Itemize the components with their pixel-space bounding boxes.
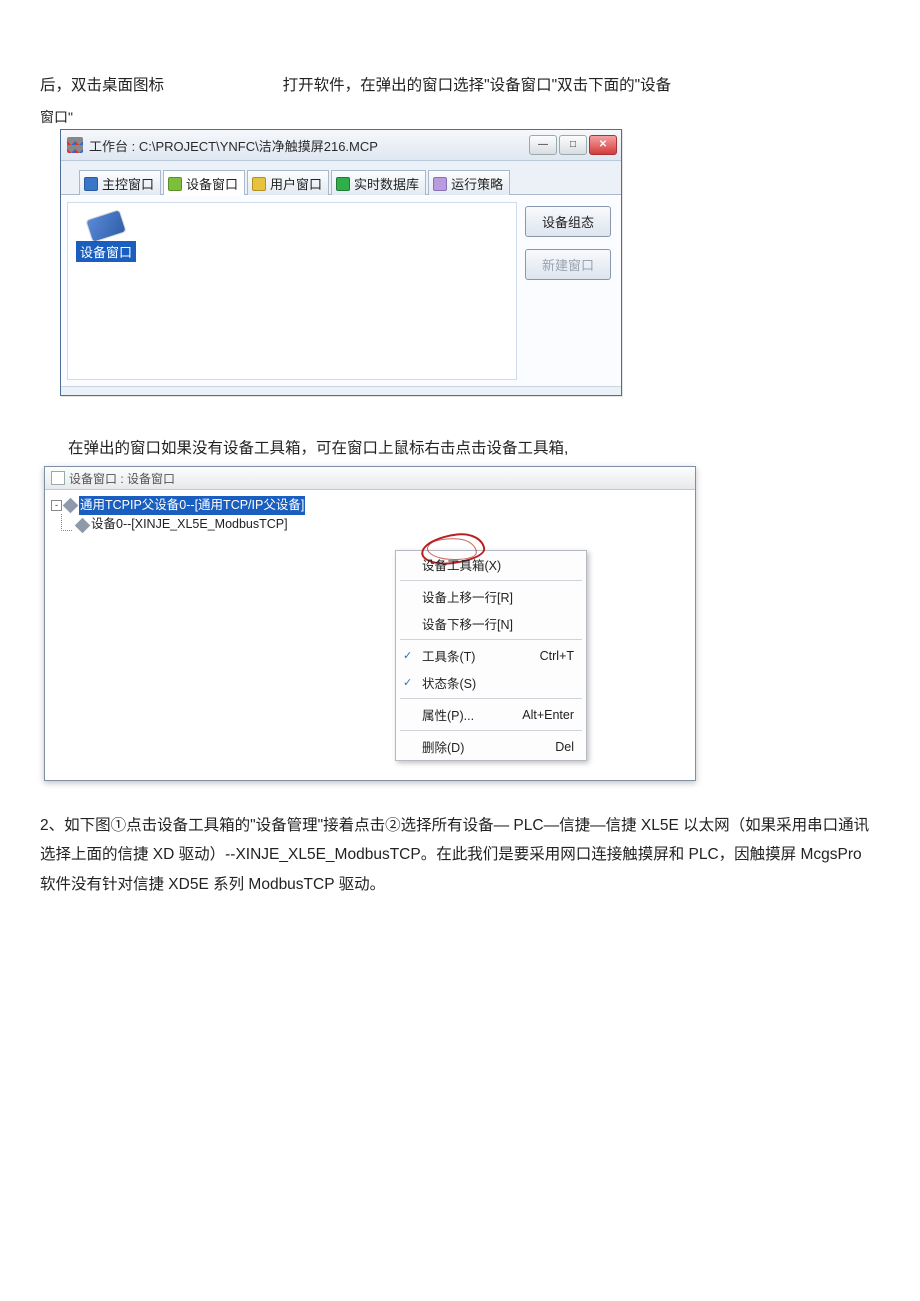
workbench-window: 工作台 : C:\PROJECT\YNFC\洁净触摸屏216.MCP — □ ✕… (60, 129, 622, 396)
menu-device-toolbox[interactable]: 设备工具箱(X) (396, 551, 586, 578)
menu-toolbar[interactable]: ✓ 工具条(T) Ctrl+T (396, 642, 586, 669)
workbench-footer (61, 386, 621, 395)
check-icon: ✓ (403, 649, 412, 662)
maximize-button[interactable]: □ (559, 135, 587, 155)
tab-strategy[interactable]: 运行策略 (428, 170, 510, 195)
menu-props-label: 属性(P)... (422, 705, 474, 724)
menu-moveup-label: 设备上移一行[R] (422, 587, 513, 606)
tree-child-row[interactable]: 设备0--[XINJE_XL5E_ModbusTCP] (51, 515, 691, 534)
tab-device-label: 设备窗口 (186, 174, 238, 193)
tree-node-icon (75, 517, 91, 533)
device-item-label: 设备窗口 (76, 241, 136, 262)
tab-strategy-icon (433, 177, 447, 191)
menu-toolbar-shortcut: Ctrl+T (540, 649, 574, 663)
intro-text: 后，双击桌面图标 打开软件，在弹出的窗口选择"设备窗口"双击下面的"设备 (40, 70, 880, 101)
menu-statusbar[interactable]: ✓ 状态条(S) (396, 669, 586, 696)
menu-separator (400, 730, 582, 731)
tab-main-label: 主控窗口 (102, 174, 154, 193)
device-chip-icon (86, 210, 125, 241)
tree-parent-row[interactable]: - 通用TCPIP父设备0--[通用TCP/IP父设备] (51, 496, 691, 515)
tree-collapse-icon[interactable]: - (51, 500, 62, 511)
menu-separator (400, 580, 582, 581)
tab-rtdb[interactable]: 实时数据库 (331, 170, 426, 195)
tab-device-icon (168, 177, 182, 191)
tree-parent-label: 通用TCPIP父设备0--[通用TCP/IP父设备] (79, 496, 305, 515)
menu-separator (400, 698, 582, 699)
tab-main-window[interactable]: 主控窗口 (79, 170, 161, 195)
device-editor-titlebar[interactable]: 设备窗口 : 设备窗口 (45, 467, 695, 490)
intro-b: 打开软件，在弹出的窗口选择"设备窗口"双击下面的"设备 (283, 77, 672, 94)
tree-node-icon (63, 498, 79, 514)
workbench-title: 工作台 : C:\PROJECT\YNFC\洁净触摸屏216.MCP (89, 136, 529, 155)
tab-user-label: 用户窗口 (270, 174, 322, 193)
check-icon: ✓ (403, 676, 412, 689)
menu-move-down[interactable]: 设备下移一行[N] (396, 610, 586, 637)
workbench-titlebar[interactable]: 工作台 : C:\PROJECT\YNFC\洁净触摸屏216.MCP — □ ✕ (61, 130, 621, 161)
menu-toolbox-label: 设备工具箱(X) (422, 555, 501, 574)
context-menu[interactable]: 设备工具箱(X) 设备上移一行[R] 设备下移一行[N] ✓ 工具条(T) Ct… (395, 550, 587, 761)
tab-main-icon (84, 177, 98, 191)
device-tree[interactable]: - 通用TCPIP父设备0--[通用TCP/IP父设备] 设备0--[XINJE… (45, 490, 695, 539)
device-editor-window: 设备窗口 : 设备窗口 - 通用TCPIP父设备0--[通用TCP/IP父设备]… (44, 466, 696, 781)
close-button[interactable]: ✕ (589, 135, 617, 155)
tab-user-icon (252, 177, 266, 191)
menu-props-shortcut: Alt+Enter (522, 708, 574, 722)
device-window-item[interactable]: 设备窗口 (74, 215, 138, 262)
intro-trail: 窗口" (40, 107, 880, 127)
menu-delete[interactable]: 删除(D) Del (396, 733, 586, 760)
minimize-button[interactable]: — (529, 135, 557, 155)
tab-device-window[interactable]: 设备窗口 (163, 170, 245, 195)
context-menu-wrap: 设备工具箱(X) 设备上移一行[R] 设备下移一行[N] ✓ 工具条(T) Ct… (395, 550, 587, 761)
mid-instruction: 在弹出的窗口如果没有设备工具箱，可在窗口上鼠标右击点击设备工具箱, (68, 436, 880, 458)
tab-rtdb-label: 实时数据库 (354, 174, 419, 193)
menu-toolbar-label: 工具条(T) (422, 646, 475, 665)
menu-statusbar-label: 状态条(S) (422, 673, 476, 692)
tab-strategy-label: 运行策略 (451, 174, 503, 193)
menu-separator (400, 639, 582, 640)
menu-delete-shortcut: Del (555, 740, 574, 754)
menu-delete-label: 删除(D) (422, 737, 464, 756)
device-editor-icon (51, 471, 65, 485)
device-config-button[interactable]: 设备组态 (525, 206, 611, 237)
menu-properties[interactable]: 属性(P)... Alt+Enter (396, 701, 586, 728)
device-canvas[interactable]: 设备窗口 (67, 202, 517, 380)
menu-move-up[interactable]: 设备上移一行[R] (396, 583, 586, 610)
tree-child-label: 设备0--[XINJE_XL5E_ModbusTCP] (91, 515, 288, 534)
workbench-tabs: 主控窗口 设备窗口 用户窗口 实时数据库 运行策略 (61, 161, 621, 195)
tree-connector (61, 514, 72, 531)
final-paragraph: 2、如下图①点击设备工具箱的"设备管理"接着点击②选择所有设备— PLC—信捷—… (40, 811, 880, 899)
intro-a: 后，双击桌面图标 (40, 77, 164, 94)
new-window-button[interactable]: 新建窗口 (525, 249, 611, 280)
menu-movedown-label: 设备下移一行[N] (422, 614, 513, 633)
tab-rtdb-icon (336, 177, 350, 191)
device-editor-title: 设备窗口 : 设备窗口 (69, 470, 175, 487)
tab-user-window[interactable]: 用户窗口 (247, 170, 329, 195)
app-icon (67, 137, 83, 153)
